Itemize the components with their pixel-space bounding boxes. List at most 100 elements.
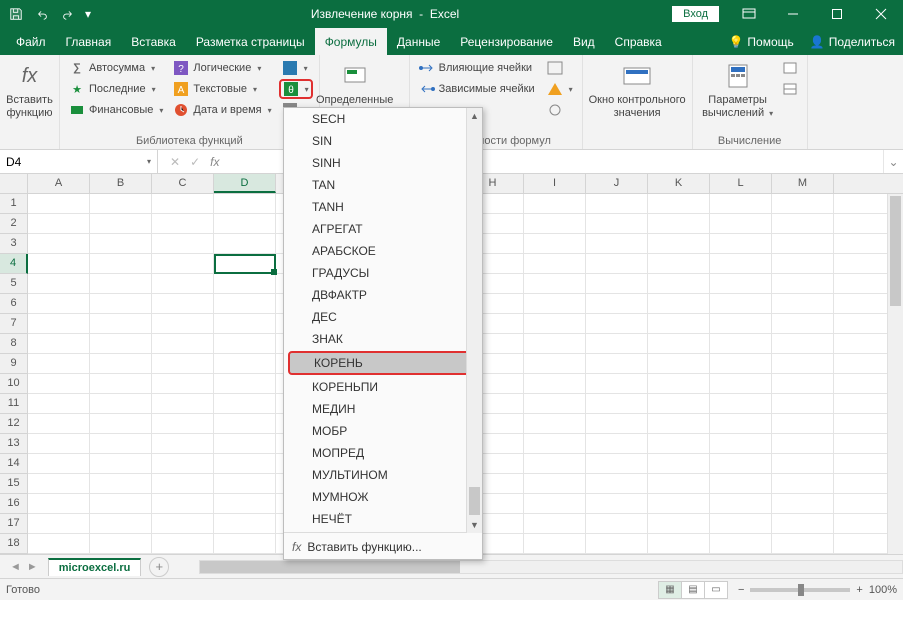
row-header[interactable]: 11 <box>0 394 28 414</box>
show-formulas-button[interactable] <box>544 58 576 78</box>
cell[interactable] <box>648 234 710 254</box>
tab-insert[interactable]: Вставка <box>121 28 186 55</box>
cell[interactable] <box>90 234 152 254</box>
row-header[interactable]: 14 <box>0 454 28 474</box>
function-menu-item[interactable]: МУМНОЖ <box>284 486 482 508</box>
cell[interactable] <box>90 254 152 274</box>
cell[interactable] <box>524 374 586 394</box>
scroll-down-icon[interactable]: ▼ <box>467 517 482 533</box>
calc-options-button[interactable]: Параметры вычислений ▾ <box>699 58 777 122</box>
cell[interactable] <box>524 414 586 434</box>
cell[interactable] <box>586 194 648 214</box>
cell[interactable] <box>524 314 586 334</box>
chevron-down-icon[interactable]: ▾ <box>147 157 151 166</box>
cell[interactable] <box>214 214 276 234</box>
cell[interactable] <box>152 434 214 454</box>
cell[interactable] <box>772 474 834 494</box>
cell[interactable] <box>648 294 710 314</box>
cell[interactable] <box>152 354 214 374</box>
cell[interactable] <box>648 214 710 234</box>
row-header[interactable]: 5 <box>0 274 28 294</box>
cell[interactable] <box>524 534 586 554</box>
cell[interactable] <box>586 254 648 274</box>
cell[interactable] <box>152 454 214 474</box>
cell[interactable] <box>648 254 710 274</box>
cell[interactable] <box>90 534 152 554</box>
cell[interactable] <box>214 494 276 514</box>
cell[interactable] <box>152 414 214 434</box>
cell[interactable] <box>152 194 214 214</box>
cell[interactable] <box>772 394 834 414</box>
scroll-thumb[interactable] <box>200 561 460 573</box>
row-header[interactable]: 18 <box>0 534 28 554</box>
cell[interactable] <box>648 354 710 374</box>
cell[interactable] <box>152 534 214 554</box>
cell[interactable] <box>586 454 648 474</box>
function-menu-item[interactable]: ДВФАКТР <box>284 284 482 306</box>
cell[interactable] <box>152 314 214 334</box>
cell[interactable] <box>152 274 214 294</box>
cell[interactable] <box>710 494 772 514</box>
tab-view[interactable]: Вид <box>563 28 605 55</box>
cell[interactable] <box>772 514 834 534</box>
cell[interactable] <box>710 514 772 534</box>
view-normal-button[interactable]: ▦ <box>658 581 682 599</box>
cell[interactable] <box>524 394 586 414</box>
zoom-value[interactable]: 100% <box>869 584 897 596</box>
cell[interactable] <box>28 514 90 534</box>
cell[interactable] <box>90 354 152 374</box>
cell[interactable] <box>586 494 648 514</box>
function-menu-item[interactable]: SECH <box>284 108 482 130</box>
row-header[interactable]: 1 <box>0 194 28 214</box>
financial-button[interactable]: Финансовые▾ <box>66 100 166 120</box>
cell[interactable] <box>152 394 214 414</box>
cell[interactable] <box>28 314 90 334</box>
cell[interactable] <box>28 454 90 474</box>
cell[interactable] <box>710 474 772 494</box>
cell[interactable] <box>772 534 834 554</box>
cell[interactable] <box>710 414 772 434</box>
col-header[interactable]: M <box>772 174 834 193</box>
cell[interactable] <box>648 414 710 434</box>
cell[interactable] <box>648 334 710 354</box>
col-header[interactable]: K <box>648 174 710 193</box>
row-header[interactable]: 6 <box>0 294 28 314</box>
cell[interactable] <box>586 234 648 254</box>
cell[interactable] <box>772 314 834 334</box>
cell[interactable] <box>214 374 276 394</box>
col-header[interactable]: A <box>28 174 90 193</box>
cell[interactable] <box>524 274 586 294</box>
cell[interactable] <box>214 514 276 534</box>
cell[interactable] <box>90 514 152 534</box>
cell[interactable] <box>586 214 648 234</box>
cell[interactable] <box>90 454 152 474</box>
maximize-icon[interactable] <box>815 0 859 28</box>
cell[interactable] <box>90 294 152 314</box>
add-sheet-button[interactable]: + <box>149 557 169 577</box>
function-menu-item[interactable]: НЕЧЁТ <box>284 508 482 530</box>
cell[interactable] <box>90 474 152 494</box>
sheet-next-icon[interactable]: ► <box>27 561 38 573</box>
cell[interactable] <box>586 394 648 414</box>
cell[interactable] <box>772 214 834 234</box>
cell[interactable] <box>586 294 648 314</box>
cell[interactable] <box>90 334 152 354</box>
cell[interactable] <box>152 514 214 534</box>
select-all-corner[interactable] <box>0 174 28 193</box>
cell[interactable] <box>524 494 586 514</box>
cell[interactable] <box>214 394 276 414</box>
cell[interactable] <box>710 194 772 214</box>
minimize-icon[interactable] <box>771 0 815 28</box>
cell[interactable] <box>586 374 648 394</box>
col-header[interactable]: C <box>152 174 214 193</box>
cell[interactable] <box>152 374 214 394</box>
cell[interactable] <box>90 194 152 214</box>
cell[interactable] <box>28 534 90 554</box>
cell[interactable] <box>710 314 772 334</box>
function-menu-item[interactable]: ДЕС <box>284 306 482 328</box>
col-header[interactable]: L <box>710 174 772 193</box>
zoom-slider[interactable] <box>750 588 850 592</box>
cell[interactable] <box>524 354 586 374</box>
row-header[interactable]: 4 <box>0 254 28 274</box>
row-header[interactable]: 7 <box>0 314 28 334</box>
